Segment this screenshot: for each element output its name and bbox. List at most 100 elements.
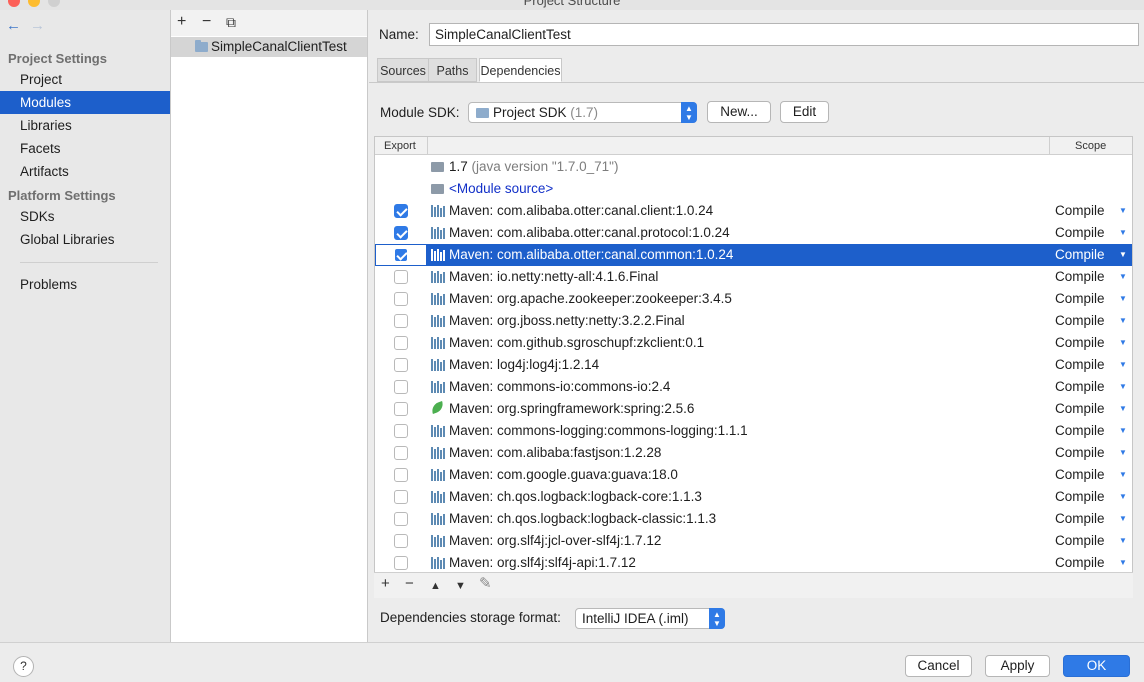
export-checkbox[interactable] [394,556,408,570]
scope-select[interactable]: Compile [1055,354,1105,376]
export-checkbox[interactable] [394,204,408,218]
export-checkbox[interactable] [394,292,408,306]
dependency-row[interactable]: Maven: com.alibaba.otter:canal.protocol:… [375,222,1132,244]
scope-select[interactable]: Compile [1055,266,1105,288]
scope-select[interactable]: Compile [1055,332,1105,354]
scope-select[interactable]: Compile [1055,464,1105,486]
new-sdk-button[interactable]: New... [707,101,771,123]
scope-select[interactable]: Compile [1055,200,1105,222]
dependency-row[interactable]: Maven: com.github.sgroschupf:zkclient:0.… [375,332,1132,354]
dependency-row[interactable]: Maven: commons-logging:commons-logging:1… [375,420,1132,442]
scope-chevron-down-icon[interactable]: ▼ [1119,332,1127,354]
scope-select[interactable]: Compile [1055,288,1105,310]
scope-chevron-down-icon[interactable]: ▼ [1119,376,1127,398]
dependency-row[interactable]: Maven: log4j:log4j:1.2.14 Compile ▼ [375,354,1132,376]
remove-dependency-button[interactable]: − [405,576,414,592]
module-item[interactable]: SimpleCanalClientTest [171,37,367,57]
export-checkbox[interactable] [394,226,408,240]
scope-chevron-down-icon[interactable]: ▼ [1119,464,1127,486]
sdk-row[interactable]: 1.7 (java version "1.7.0_71") [375,156,1132,178]
forward-arrow-icon[interactable]: → [30,18,45,33]
scope-select[interactable]: Compile [1055,442,1105,464]
tab-sources[interactable]: Sources [377,58,429,82]
sidebar-item-modules[interactable]: Modules [0,91,170,114]
dependency-row[interactable]: Maven: com.google.guava:guava:18.0 Compil… [375,464,1132,486]
scope-select[interactable]: Compile [1055,552,1105,574]
scope-chevron-down-icon[interactable]: ▼ [1119,530,1127,552]
scope-select[interactable]: Compile [1055,420,1105,442]
export-checkbox[interactable] [394,468,408,482]
export-checkbox[interactable] [394,358,408,372]
dependency-row[interactable]: Maven: org.slf4j:slf4j-api:1.7.12 Compile… [375,552,1132,574]
scope-chevron-down-icon[interactable]: ▼ [1119,552,1127,574]
scope-select[interactable]: Compile [1055,508,1105,530]
scope-select[interactable]: Compile [1055,486,1105,508]
sidebar-item-libraries[interactable]: Libraries [0,114,170,137]
remove-module-button[interactable]: − [202,14,211,30]
scope-select[interactable]: Compile [1055,376,1105,398]
back-arrow-icon[interactable]: ← [6,18,21,33]
sidebar-item-facets[interactable]: Facets [0,137,170,160]
dependency-row[interactable]: Maven: org.springframework:spring:2.5.6 C… [375,398,1132,420]
tab-dependencies[interactable]: Dependencies [479,58,562,82]
export-checkbox[interactable] [394,314,408,328]
move-up-button[interactable]: ▲ [430,578,441,594]
export-checkbox[interactable] [394,270,408,284]
tab-paths[interactable]: Paths [428,58,477,82]
sidebar-item-global-libraries[interactable]: Global Libraries [0,228,170,251]
dependency-row[interactable]: Maven: com.alibaba.otter:canal.common:1.… [375,244,1132,266]
scope-select[interactable]: Compile [1055,310,1105,332]
dependency-row[interactable]: Maven: org.slf4j:jcl-over-slf4j:1.7.12 Co… [375,530,1132,552]
module-source-row[interactable]: <Module source> [375,178,1132,200]
cancel-button[interactable]: Cancel [905,655,972,677]
scope-select[interactable]: Compile [1055,398,1105,420]
dependency-row[interactable]: Maven: org.apache.zookeeper:zookeeper:3.… [375,288,1132,310]
add-module-button[interactable]: + [177,14,186,30]
scope-chevron-down-icon[interactable]: ▼ [1119,244,1127,266]
scope-select[interactable]: Compile [1055,244,1105,266]
scope-chevron-down-icon[interactable]: ▼ [1119,486,1127,508]
table-scrollbar[interactable] [1132,157,1133,527]
storage-format-select[interactable]: IntelliJ IDEA (.iml) ▲ ▼ [575,608,725,629]
sidebar-item-artifacts[interactable]: Artifacts [0,160,170,183]
export-checkbox[interactable] [394,424,408,438]
column-header-scope[interactable]: Scope [1075,137,1106,155]
dependency-row[interactable]: Maven: com.alibaba.otter:canal.client:1.… [375,200,1132,222]
column-header-export[interactable]: Export [384,137,416,155]
scope-chevron-down-icon[interactable]: ▼ [1119,354,1127,376]
scope-chevron-down-icon[interactable]: ▼ [1119,200,1127,222]
sidebar-item-project[interactable]: Project [0,68,170,91]
export-checkbox[interactable] [394,512,408,526]
scope-chevron-down-icon[interactable]: ▼ [1119,310,1127,332]
dependency-row[interactable]: Maven: io.netty:netty-all:4.1.6.Final Com… [375,266,1132,288]
dependency-row[interactable]: Maven: org.jboss.netty:netty:3.2.2.Final… [375,310,1132,332]
dependency-row[interactable]: Maven: ch.qos.logback:logback-classic:1.… [375,508,1132,530]
scope-chevron-down-icon[interactable]: ▼ [1119,420,1127,442]
edit-sdk-button[interactable]: Edit [780,101,829,123]
export-checkbox[interactable] [394,490,408,504]
copy-module-button[interactable]: ⧉ [226,14,236,30]
help-button[interactable]: ? [13,656,34,677]
dependency-row[interactable]: Maven: ch.qos.logback:logback-core:1.1.3… [375,486,1132,508]
export-checkbox[interactable] [394,336,408,350]
move-down-button[interactable]: ▼ [455,578,466,594]
scope-chevron-down-icon[interactable]: ▼ [1119,442,1127,464]
apply-button[interactable]: Apply [985,655,1050,677]
sidebar-item-problems[interactable]: Problems [0,273,170,296]
scope-chevron-down-icon[interactable]: ▼ [1119,266,1127,288]
module-name-field[interactable]: SimpleCanalClientTest [429,23,1139,46]
scope-chevron-down-icon[interactable]: ▼ [1119,288,1127,310]
export-checkbox[interactable] [394,446,408,460]
edit-dependency-button[interactable]: ✎ [479,576,492,592]
scope-select[interactable]: Compile [1055,530,1105,552]
module-sdk-select[interactable]: Project SDK (1.7) ▲ ▼ [468,102,697,123]
export-checkbox[interactable] [394,534,408,548]
export-checkbox[interactable] [394,248,408,262]
scope-chevron-down-icon[interactable]: ▼ [1119,398,1127,420]
scope-chevron-down-icon[interactable]: ▼ [1119,508,1127,530]
export-checkbox[interactable] [394,380,408,394]
scope-chevron-down-icon[interactable]: ▼ [1119,222,1127,244]
ok-button[interactable]: OK [1063,655,1130,677]
sidebar-item-sdks[interactable]: SDKs [0,205,170,228]
dependency-row[interactable]: Maven: commons-io:commons-io:2.4 Compile ▼ [375,376,1132,398]
